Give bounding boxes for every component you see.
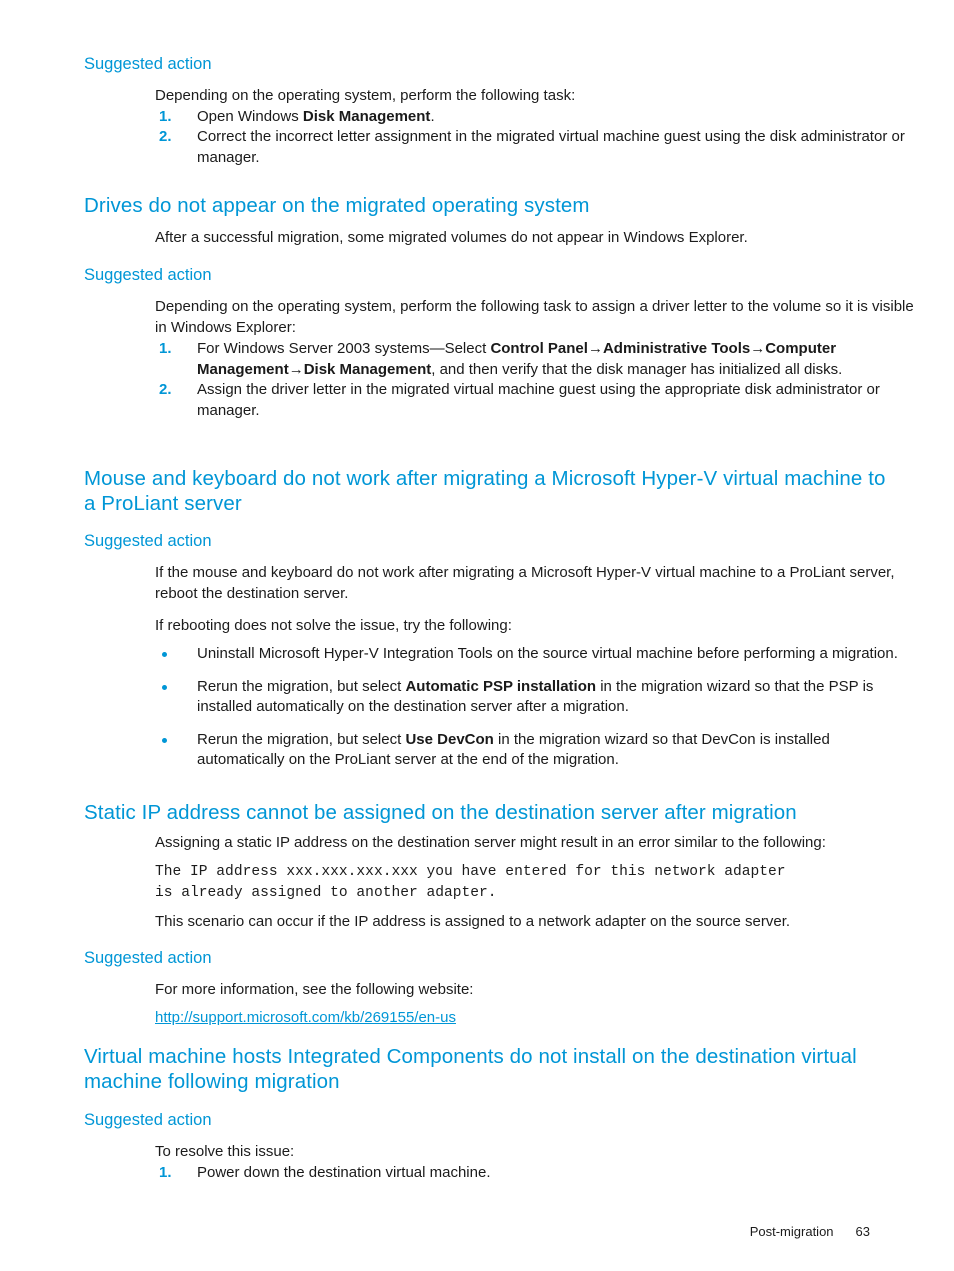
- support-link-wrapper: http://support.microsoft.com/kb/269155/e…: [155, 1008, 915, 1029]
- drives-intro-block: After a successful migration, some migra…: [155, 228, 915, 249]
- page-title: Virtual machine hosts Integrated Compone…: [84, 1045, 857, 1093]
- heading-integrated-components: Virtual machine hosts Integrated Compone…: [84, 1044, 899, 1094]
- arrow-separator: →: [288, 360, 304, 378]
- code-line: The IP address xxx.xxx.xxx.xxx you have …: [155, 863, 786, 880]
- page-title: Static IP address cannot be assigned on …: [84, 801, 797, 824]
- mouse-keyboard-para-2: If rebooting does not solve the issue, t…: [155, 617, 512, 634]
- arrow-separator: →: [750, 340, 766, 357]
- step1-suffix: .: [430, 107, 435, 125]
- bullet-icon: [162, 737, 167, 743]
- bullet-text: Rerun the migration, but select Automati…: [197, 678, 873, 716]
- integrated-components-body: To resolve this issue: 1. Power down the…: [155, 1142, 915, 1183]
- suggested-action-label: Suggested action: [84, 55, 212, 73]
- integrated-components-intro: To resolve this issue:: [155, 1143, 295, 1160]
- list-number: 1.: [159, 107, 172, 125]
- list-item: 2. Assign the driver letter in the migra…: [155, 380, 915, 421]
- bullet-icon: [162, 652, 167, 657]
- list-item: Rerun the migration, but select Automati…: [155, 677, 915, 718]
- bullet-icon: [162, 684, 167, 690]
- drives-steps: 1. For Windows Server 2003 systems—Selec…: [155, 339, 915, 421]
- top-block-intro: Depending on the operating system, perfo…: [155, 87, 576, 104]
- static-ip-para-1: Assigning a static IP address on the des…: [155, 834, 826, 851]
- step1-tail: , and then verify that the disk manager …: [431, 360, 843, 378]
- bullet2-lead: Rerun the migration, but select: [197, 677, 406, 695]
- mouse-keyboard-para-1: If the mouse and keyboard do not work af…: [155, 564, 895, 602]
- list-number: 1.: [159, 340, 172, 357]
- suggested-action-label: Suggested action: [84, 949, 212, 967]
- page-title: Mouse and keyboard do not work after mig…: [84, 467, 886, 515]
- menu-path-control-panel: Control Panel: [490, 340, 588, 357]
- top-block-steps: 1. Open Windows Disk Management. 2. Corr…: [155, 107, 915, 169]
- drives-intro: After a successful migration, some migra…: [155, 229, 748, 246]
- support-kb-link[interactable]: http://support.microsoft.com/kb/269155/e…: [155, 1009, 456, 1026]
- footer-page-number: 63: [855, 1224, 870, 1239]
- step1-lead: For Windows Server 2003 systems—Select: [197, 340, 491, 357]
- mouse-keyboard-body: If the mouse and keyboard do not work af…: [155, 563, 915, 637]
- top-block-body: Depending on the operating system, perfo…: [155, 86, 915, 168]
- mouse-keyboard-bullets: Uninstall Microsoft Hyper-V Integration …: [155, 644, 915, 771]
- heading-mouse-keyboard: Mouse and keyboard do not work after mig…: [84, 466, 899, 516]
- list-item: Uninstall Microsoft Hyper-V Integration …: [155, 644, 915, 665]
- step1-bold-term: Disk Management: [302, 107, 431, 125]
- static-ip-suggested-body: For more information, see the following …: [155, 980, 915, 1028]
- suggested-action-label: Suggested action: [84, 532, 212, 550]
- static-ip-suggested-para: For more information, see the following …: [155, 981, 474, 998]
- section-heading-suggested-action-1: Suggested action: [84, 54, 212, 75]
- menu-path-administrative-tools: Administrative Tools: [602, 340, 751, 357]
- section-heading-suggested-action-2: Suggested action: [84, 265, 212, 286]
- heading-static-ip: Static IP address cannot be assigned on …: [84, 800, 914, 825]
- list-item: 2. Correct the incorrect letter assignme…: [155, 127, 915, 168]
- drives-suggested-body: Depending on the operating system, perfo…: [155, 297, 915, 421]
- step1-prefix: Open Windows: [197, 107, 303, 125]
- document-page: Suggested action Depending on the operat…: [0, 0, 954, 1271]
- menu-path-disk-management: Disk Management: [303, 360, 432, 378]
- section-heading-suggested-action-3: Suggested action: [84, 531, 212, 552]
- page-title: Drives do not appear on the migrated ope…: [84, 194, 590, 217]
- step-text: Correct the incorrect letter assignment …: [197, 128, 905, 166]
- list-number: 1.: [159, 1163, 172, 1181]
- option-use-devcon: Use DevCon: [405, 730, 494, 748]
- section-heading-suggested-action-4: Suggested action: [84, 948, 212, 969]
- static-ip-body: Assigning a static IP address on the des…: [155, 833, 925, 932]
- section-heading-suggested-action-5: Suggested action: [84, 1110, 212, 1131]
- bullet-list: Uninstall Microsoft Hyper-V Integration …: [155, 644, 915, 771]
- list-item: 1. Open Windows Disk Management.: [155, 107, 915, 128]
- bullet-text: Uninstall Microsoft Hyper-V Integration …: [197, 645, 898, 662]
- list-item: 1. For Windows Server 2003 systems—Selec…: [155, 339, 915, 380]
- step-text: Power down the destination virtual machi…: [197, 1163, 491, 1181]
- step-text: For Windows Server 2003 systems—Select C…: [197, 340, 842, 378]
- bullet3-lead: Rerun the migration, but select: [197, 730, 406, 748]
- page-footer: Post-migration 63: [750, 1224, 870, 1239]
- code-line: is already assigned to another adapter.: [155, 884, 497, 901]
- bullet-text: Rerun the migration, but select Use DevC…: [197, 731, 830, 769]
- footer-section-label: Post-migration: [749, 1224, 834, 1239]
- suggested-action-label: Suggested action: [84, 1111, 212, 1129]
- list-number: 2.: [159, 128, 172, 145]
- step-text: Open Windows Disk Management.: [197, 108, 435, 125]
- list-item: Rerun the migration, but select Use DevC…: [155, 730, 915, 771]
- integrated-components-steps: 1. Power down the destination virtual ma…: [155, 1163, 915, 1184]
- arrow-separator: →: [587, 340, 603, 357]
- list-number: 2.: [159, 381, 172, 398]
- list-item: 1. Power down the destination virtual ma…: [155, 1163, 915, 1184]
- error-message-code-block: The IP address xxx.xxx.xxx.xxx you have …: [155, 862, 925, 904]
- drives-suggested-intro: Depending on the operating system, perfo…: [155, 298, 914, 336]
- static-ip-para-2: This scenario can occur if the IP addres…: [155, 912, 791, 930]
- step-text: Assign the driver letter in the migrated…: [197, 381, 880, 419]
- option-automatic-psp-installation: Automatic PSP installation: [405, 677, 597, 695]
- heading-drives-do-not-appear: Drives do not appear on the migrated ope…: [84, 193, 844, 218]
- suggested-action-label: Suggested action: [84, 266, 212, 284]
